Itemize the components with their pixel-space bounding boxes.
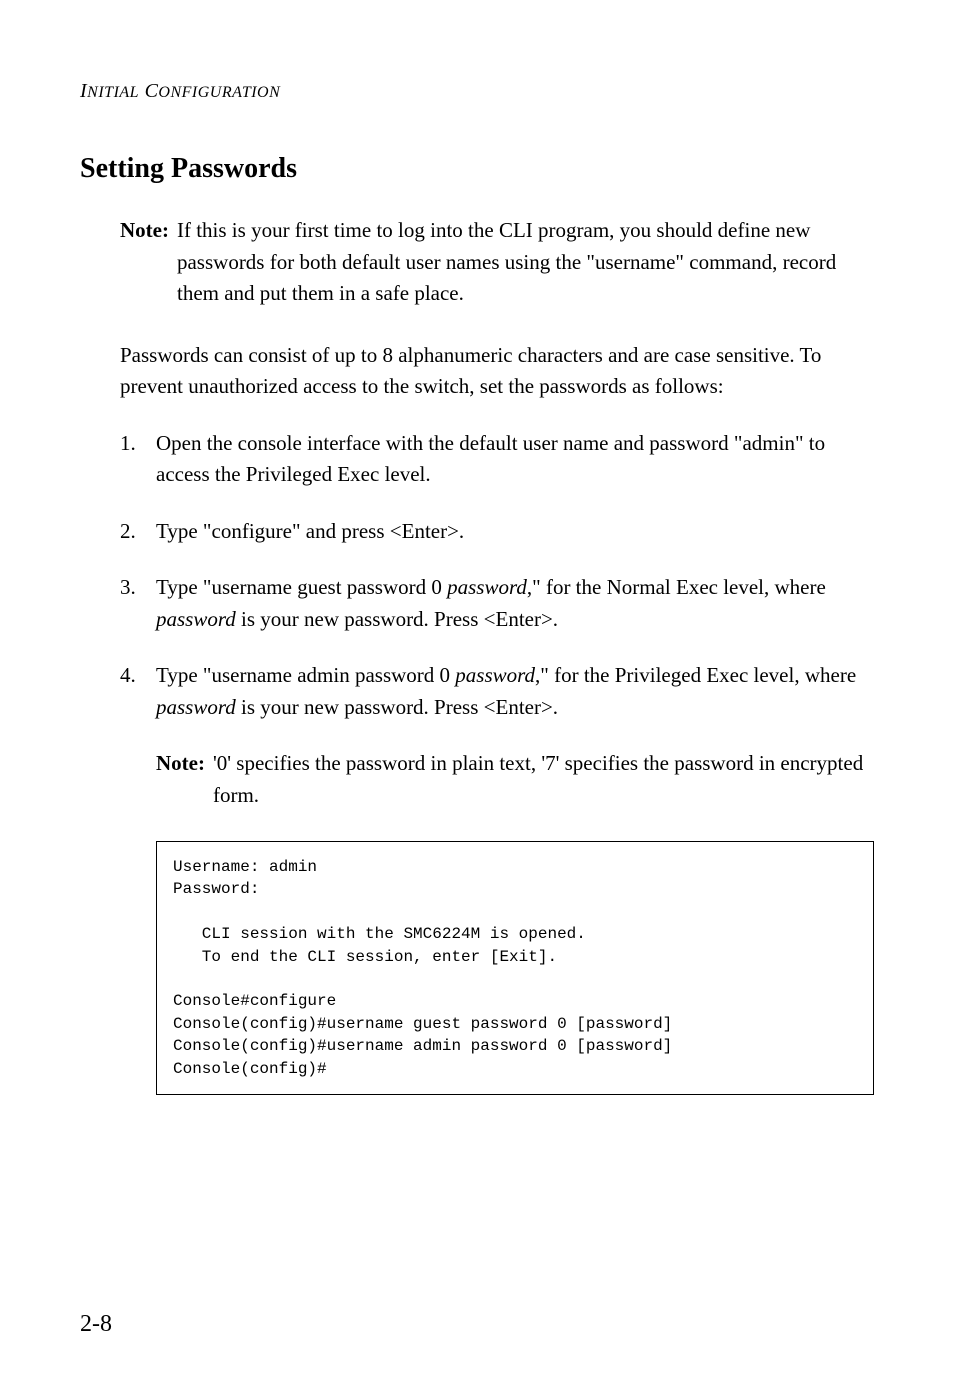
list-item: 2. Type "configure" and press <Enter>. xyxy=(120,516,874,548)
step-number: 2. xyxy=(120,516,156,548)
step-text: Type "configure" and press <Enter>. xyxy=(156,516,874,548)
list-item: 1. Open the console interface with the d… xyxy=(120,428,874,491)
intro-paragraph: Passwords can consist of up to 8 alphanu… xyxy=(120,340,874,403)
step-text: Type "username guest password 0 password… xyxy=(156,572,874,635)
page-number: 2-8 xyxy=(80,1311,112,1338)
step-text: Type "username admin password 0 password… xyxy=(156,660,874,723)
header-text-2: NITIAL xyxy=(87,84,139,101)
header-text-3: C xyxy=(139,80,158,102)
note-label: Note: xyxy=(120,215,177,310)
note-block-1: Note: If this is your first time to log … xyxy=(120,215,874,310)
step-number: 1. xyxy=(120,428,156,491)
section-heading: Setting Passwords xyxy=(80,153,874,185)
step-text: Open the console interface with the defa… xyxy=(156,428,874,491)
code-block: Username: admin Password: CLI session wi… xyxy=(156,841,874,1095)
note-label: Note: xyxy=(156,748,213,811)
chapter-header: INITIAL CONFIGURATION xyxy=(80,80,874,103)
steps-list: 1. Open the console interface with the d… xyxy=(120,428,874,724)
list-item: 3. Type "username guest password 0 passw… xyxy=(120,572,874,635)
step-number: 4. xyxy=(120,660,156,723)
list-item: 4. Type "username admin password 0 passw… xyxy=(120,660,874,723)
note-text: '0' specifies the password in plain text… xyxy=(213,748,874,811)
step-number: 3. xyxy=(120,572,156,635)
note-block-2: Note: '0' specifies the password in plai… xyxy=(156,748,874,811)
note-text: If this is your first time to log into t… xyxy=(177,215,874,310)
header-text-4: ONFIGURATION xyxy=(158,84,280,101)
